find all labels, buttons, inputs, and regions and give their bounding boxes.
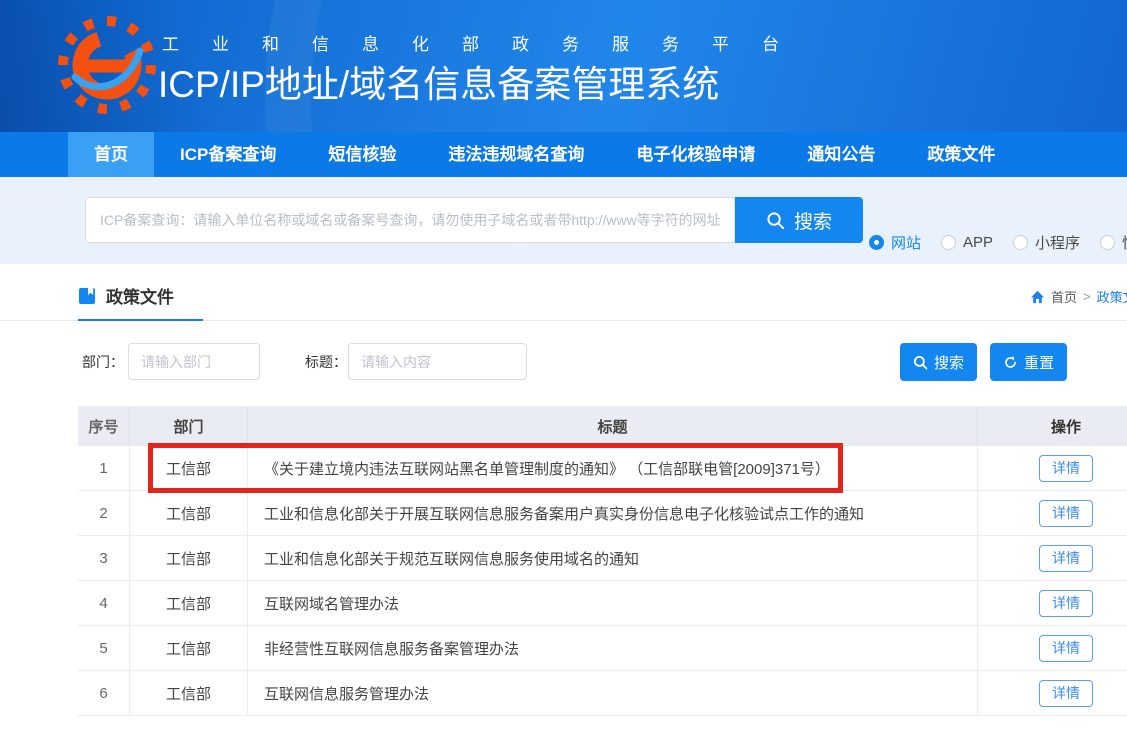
filter-search-button[interactable]: 搜索	[900, 343, 977, 381]
row-title: 工业和信息化部关于开展互联网信息服务备案用户真实身份信息电子化核验试点工作的通知	[248, 491, 978, 535]
detail-button[interactable]: 详情	[1039, 590, 1093, 617]
nav-item-label: 违法违规域名查询	[448, 145, 584, 164]
policy-table: 序号 部门 标题 操作 1 工信部 《关于建立境内违法互联网站黑名单管理制度的通…	[78, 406, 1127, 716]
radio-icon	[1100, 235, 1115, 250]
row-index: 4	[78, 581, 130, 625]
site-header: 工业和信息化部政务服务平台 ICP/IP地址/域名信息备案管理系统	[0, 0, 1127, 132]
row-department: 工信部	[130, 671, 248, 715]
col-header-action: 操作	[978, 406, 1127, 446]
section-title: 政策文件	[106, 283, 174, 308]
row-department: 工信部	[130, 446, 248, 490]
nav-item-illegal-domain-query[interactable]: 违法违规域名查询	[422, 132, 610, 177]
nav-item-sms-verification[interactable]: 短信核验	[302, 132, 422, 177]
system-title: ICP/IP地址/域名信息备案管理系统	[158, 54, 719, 108]
nav-item-label: 政策文件	[927, 145, 995, 164]
row-title: 《关于建立境内违法互联网站黑名单管理制度的通知》 （工信部联电管[2009]37…	[248, 446, 978, 490]
nav-item-label: 首页	[94, 145, 128, 164]
breadcrumb-home[interactable]: 首页	[1051, 287, 1077, 306]
search-icon	[766, 211, 785, 230]
detail-button[interactable]: 详情	[1039, 680, 1093, 707]
nav-item-icp-record-query[interactable]: ICP备案查询	[154, 132, 302, 177]
radio-label: APP	[963, 234, 993, 251]
breadcrumb-separator: >	[1083, 289, 1091, 304]
nav-item-label: 通知公告	[807, 145, 875, 164]
filter-reset-button[interactable]: 重置	[990, 343, 1067, 381]
col-header-index: 序号	[78, 406, 130, 446]
nav-item-label: ICP备案查询	[180, 145, 276, 164]
table-row: 1 工信部 《关于建立境内违法互联网站黑名单管理制度的通知》 （工信部联电管[2…	[78, 446, 1127, 491]
nav-item-home[interactable]: 首页	[68, 132, 154, 177]
filter-reset-label: 重置	[1024, 352, 1054, 373]
nav-item-label: 电子化核验申请	[636, 145, 755, 164]
icp-search-button-label: 搜索	[794, 207, 832, 234]
detail-button[interactable]: 详情	[1039, 635, 1093, 662]
row-title: 非经营性互联网信息服务备案管理办法	[248, 626, 978, 670]
table-row: 3 工信部 工业和信息化部关于规范互联网信息服务使用域名的通知 详情	[78, 536, 1127, 581]
col-header-title: 标题	[248, 406, 978, 446]
radio-label: 小程序	[1035, 232, 1080, 253]
radio-icon	[1013, 235, 1028, 250]
table-row: 2 工信部 工业和信息化部关于开展互联网信息服务备案用户真实身份信息电子化核验试…	[78, 491, 1127, 536]
icp-search-button[interactable]: 搜索	[735, 197, 863, 243]
row-title: 工业和信息化部关于规范互联网信息服务使用域名的通知	[248, 536, 978, 580]
nav-item-notices[interactable]: 通知公告	[781, 132, 901, 177]
search-type-radio-miniprogram[interactable]: 小程序	[1013, 232, 1080, 253]
search-type-radio-website[interactable]: 网站	[869, 232, 921, 253]
filter-row: 部门： 标题： 搜索 重置	[0, 321, 1127, 406]
detail-button[interactable]: 详情	[1039, 545, 1093, 572]
breadcrumb-current: 政策文件	[1097, 287, 1127, 306]
row-index: 2	[78, 491, 130, 535]
filter-search-label: 搜索	[934, 352, 964, 373]
platform-name: 工业和信息化部政务服务平台	[162, 30, 812, 55]
department-filter-label: 部门：	[82, 352, 124, 372]
table-row: 5 工信部 非经营性互联网信息服务备案管理办法 详情	[78, 626, 1127, 671]
radio-icon	[941, 235, 956, 250]
main-nav: 首页 ICP备案查询 短信核验 违法违规域名查询 电子化核验申请 通知公告 政策文件	[0, 132, 1127, 177]
book-icon	[78, 287, 96, 305]
title-filter-input[interactable]	[348, 343, 527, 380]
home-icon	[1030, 290, 1045, 304]
icp-search-section: 搜索 网站 APP 小程序 快应用	[0, 177, 1127, 264]
row-title: 互联网域名管理办法	[248, 581, 978, 625]
row-index: 3	[78, 536, 130, 580]
radio-label: 快应用	[1122, 232, 1127, 253]
nav-item-e-verification-apply[interactable]: 电子化核验申请	[610, 132, 781, 177]
breadcrumb: 首页 > 政策文件	[1030, 287, 1127, 306]
tab-policy-files[interactable]: 政策文件	[78, 283, 174, 308]
department-filter-input[interactable]	[128, 343, 260, 380]
icp-search-input[interactable]	[85, 197, 735, 243]
radio-icon	[869, 235, 884, 250]
table-row: 6 工信部 互联网信息服务管理办法 详情	[78, 671, 1127, 716]
row-index: 6	[78, 671, 130, 715]
nav-item-policy-files[interactable]: 政策文件	[901, 132, 1021, 177]
search-type-radios: 网站 APP 小程序 快应用	[869, 232, 1127, 253]
row-department: 工信部	[130, 626, 248, 670]
detail-button[interactable]: 详情	[1039, 500, 1093, 527]
search-type-radio-quickapp[interactable]: 快应用	[1100, 232, 1127, 253]
radio-label: 网站	[891, 232, 921, 253]
col-header-department: 部门	[130, 406, 248, 446]
row-department: 工信部	[130, 581, 248, 625]
table-row: 4 工信部 互联网域名管理办法 详情	[78, 581, 1127, 626]
search-type-radio-app[interactable]: APP	[941, 234, 993, 251]
row-index: 5	[78, 626, 130, 670]
row-department: 工信部	[130, 536, 248, 580]
search-icon	[913, 355, 928, 370]
row-department: 工信部	[130, 491, 248, 535]
row-title: 互联网信息服务管理办法	[248, 671, 978, 715]
reset-icon	[1003, 355, 1018, 370]
section-tab-row: 政策文件 首页 > 政策文件	[0, 264, 1127, 321]
title-filter-label: 标题：	[305, 352, 347, 372]
row-index: 1	[78, 446, 130, 490]
table-header: 序号 部门 标题 操作	[78, 406, 1127, 446]
app-logo[interactable]	[57, 15, 157, 115]
nav-item-label: 短信核验	[328, 145, 396, 164]
detail-button[interactable]: 详情	[1039, 455, 1093, 482]
